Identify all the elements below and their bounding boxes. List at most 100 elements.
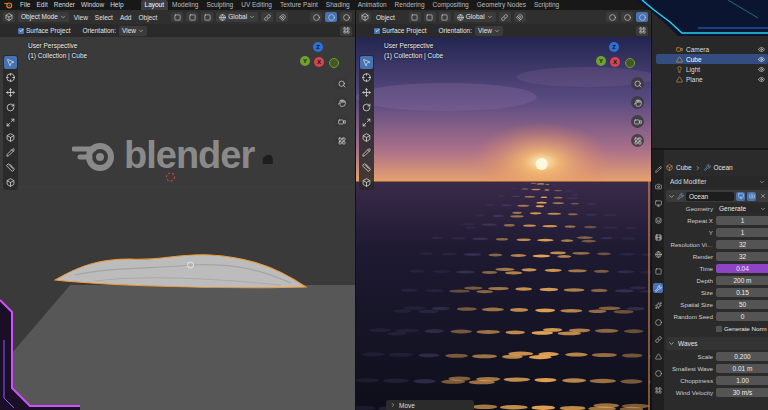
surface-project-checkbox[interactable]: Surface Project: [374, 27, 426, 34]
tool-button[interactable]: [4, 131, 17, 144]
transform-orientation-dropdown[interactable]: Global: [216, 12, 258, 22]
workspace-tab[interactable]: Animation: [354, 0, 391, 10]
outliner-item[interactable]: Light: [656, 64, 768, 74]
tool-button[interactable]: [4, 71, 17, 84]
axis-ball[interactable]: Y: [596, 56, 606, 66]
properties-tab[interactable]: [653, 215, 663, 225]
surface-project-checkbox[interactable]: Surface Project: [18, 27, 70, 34]
negative-axis-dot[interactable]: [329, 58, 339, 68]
viewport-canvas[interactable]: blenderUser Perspective(1) Collection | …: [0, 37, 355, 410]
navigation-gizmo[interactable]: ZYX: [299, 42, 343, 70]
workspace-tab[interactable]: Geometry Nodes: [473, 0, 530, 10]
operator-panel[interactable]: Move: [386, 400, 474, 410]
number-field[interactable]: 0.01 m: [716, 364, 768, 373]
select-mode-button[interactable]: [201, 12, 213, 22]
tool-button[interactable]: [360, 131, 373, 144]
select-mode-button[interactable]: [439, 12, 451, 22]
checkbox[interactable]: [716, 326, 722, 332]
mode-dropdown[interactable]: Object Mode: [18, 12, 69, 22]
number-field[interactable]: 50: [716, 300, 768, 309]
workspace-tab[interactable]: Texture Paint: [276, 0, 322, 10]
tool-button[interactable]: [4, 161, 17, 174]
header-menu[interactable]: Add: [118, 14, 134, 21]
camera-view-button[interactable]: [631, 115, 644, 128]
pivot-button[interactable]: [499, 12, 511, 22]
properties-tab[interactable]: [653, 334, 663, 344]
number-field[interactable]: 0.15: [716, 288, 768, 297]
snap-button[interactable]: [276, 12, 288, 22]
workspace-tab[interactable]: Scripting: [530, 0, 563, 10]
axis-ball[interactable]: Z: [313, 42, 323, 52]
properties-tab[interactable]: [653, 317, 663, 327]
shading-button[interactable]: [606, 12, 618, 22]
menu-item[interactable]: File: [17, 0, 33, 10]
number-field[interactable]: 0.200: [716, 352, 768, 361]
shading-button[interactable]: [621, 12, 633, 22]
checkbox-field[interactable]: Generate Norm: [716, 325, 768, 332]
workspace-tab[interactable]: Compositing: [429, 0, 473, 10]
axis-ball[interactable]: Y: [300, 56, 310, 66]
dropdown-field[interactable]: Generate: [716, 204, 768, 213]
transform-orientation-dropdown[interactable]: Global: [454, 12, 496, 22]
properties-tab[interactable]: [653, 351, 663, 361]
shading-button[interactable]: [636, 12, 648, 22]
select-mode-button[interactable]: [424, 12, 436, 22]
tool-button[interactable]: [360, 116, 373, 129]
properties-tab[interactable]: [653, 232, 663, 242]
tool-button[interactable]: [360, 101, 373, 114]
number-field[interactable]: 0.04: [716, 264, 768, 273]
section-header[interactable]: Waves: [666, 337, 768, 350]
number-field[interactable]: 32: [716, 240, 768, 249]
tool-button[interactable]: [4, 101, 17, 114]
tool-button[interactable]: [4, 146, 17, 159]
orientation-dropdown[interactable]: View: [119, 26, 147, 36]
tool-button[interactable]: [360, 176, 373, 189]
snap-button[interactable]: [514, 12, 526, 22]
options-button[interactable]: [340, 26, 352, 36]
properties-tab[interactable]: [653, 249, 663, 259]
axis-ball[interactable]: X: [314, 57, 324, 67]
axis-ball[interactable]: Z: [609, 42, 619, 52]
remove-button[interactable]: [758, 192, 767, 201]
checkbox[interactable]: [374, 28, 380, 34]
properties-tab[interactable]: [653, 368, 663, 378]
shading-button[interactable]: [310, 12, 322, 22]
workspace-tab[interactable]: Sculpting: [202, 0, 237, 10]
number-field[interactable]: 1: [716, 216, 768, 225]
tool-button[interactable]: [360, 161, 373, 174]
outliner-item[interactable]: Cube: [656, 54, 768, 64]
menu-item[interactable]: Edit: [33, 0, 50, 10]
menu-item[interactable]: Render: [51, 0, 78, 10]
outliner-item[interactable]: Camera: [656, 44, 768, 54]
workspace-tab[interactable]: Rendering: [391, 0, 429, 10]
number-field[interactable]: 200 m: [716, 276, 768, 285]
properties-tab[interactable]: [653, 198, 663, 208]
add-modifier-button[interactable]: Add Modifier: [666, 176, 768, 187]
zoom-button[interactable]: [335, 77, 348, 90]
properties-tab[interactable]: [653, 266, 663, 276]
properties-tab[interactable]: [653, 164, 663, 174]
options-button[interactable]: [636, 26, 648, 36]
workspace-tab[interactable]: Layout: [141, 0, 169, 10]
number-field[interactable]: 30 m/s: [716, 388, 768, 397]
properties-tab[interactable]: [653, 300, 663, 310]
header-menu[interactable]: View: [72, 14, 90, 21]
camera-view-button[interactable]: [335, 115, 348, 128]
axis-ball[interactable]: X: [610, 57, 620, 67]
pan-button[interactable]: [335, 96, 348, 109]
tool-button[interactable]: [4, 86, 17, 99]
outliner-item[interactable]: Plane: [656, 74, 768, 84]
tool-button[interactable]: [4, 176, 17, 189]
negative-axis-dot[interactable]: [625, 58, 635, 68]
editor-type-button[interactable]: [359, 12, 371, 22]
tool-button[interactable]: [360, 86, 373, 99]
tool-button[interactable]: [360, 146, 373, 159]
tool-button[interactable]: [360, 71, 373, 84]
blender-logo-icon[interactable]: [4, 1, 13, 9]
select-mode-button[interactable]: [409, 12, 421, 22]
number-field[interactable]: 1: [716, 228, 768, 237]
menu-item[interactable]: Help: [107, 0, 126, 10]
pan-button[interactable]: [631, 96, 644, 109]
header-menu[interactable]: Select: [93, 14, 115, 21]
zoom-button[interactable]: [631, 77, 644, 90]
